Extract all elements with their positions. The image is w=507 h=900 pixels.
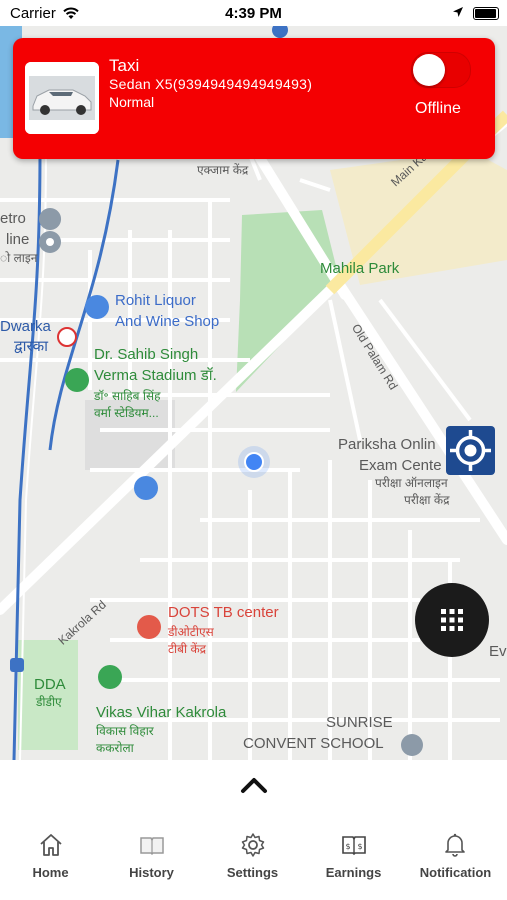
- map-label: परीक्षा केंद्र: [404, 493, 450, 507]
- menu-grid-button[interactable]: [415, 583, 489, 657]
- tab-notification[interactable]: Notification: [404, 820, 507, 890]
- map-label: Verma Stadium डॉ.: [94, 367, 217, 384]
- map-label: ो लाइन: [0, 251, 38, 265]
- map-label: डीओटीएस: [168, 625, 214, 639]
- map-label: डॉ॰ साहिब सिंह: [94, 389, 161, 403]
- tab-home[interactable]: Home: [0, 820, 101, 890]
- tab-settings[interactable]: Settings: [202, 820, 303, 890]
- battery-icon: [473, 7, 499, 20]
- grid-icon: [441, 609, 463, 631]
- tab-label: Home: [32, 865, 69, 880]
- map-label: CONVENT SCHOOL: [243, 735, 384, 752]
- svg-text:$: $: [357, 842, 362, 851]
- tab-history[interactable]: History: [101, 820, 202, 890]
- tab-earnings[interactable]: $ $ Earnings: [303, 820, 404, 890]
- bell-icon: [445, 833, 465, 857]
- svg-text:$: $: [345, 842, 350, 851]
- gear-icon: [241, 833, 265, 857]
- map-label: डीडीए: [36, 695, 62, 709]
- map-label: द्वारका: [14, 338, 49, 355]
- recenter-button[interactable]: [446, 426, 495, 475]
- map-label: Rohit Liquor: [115, 292, 196, 309]
- book-icon: [140, 837, 164, 856]
- map-label: line: [6, 231, 30, 248]
- crosshair-icon: [450, 430, 491, 471]
- clock: 4:39 PM: [225, 5, 282, 22]
- tab-label: History: [129, 865, 174, 880]
- tab-label: Notification: [419, 865, 492, 880]
- car-icon: [25, 62, 99, 134]
- service-type: Taxi: [109, 56, 140, 75]
- map-label: ककरोला: [96, 741, 134, 755]
- status-bar: Carrier 4:39 PM: [0, 0, 507, 26]
- map-label: Dwarka: [0, 318, 51, 335]
- map-label: वर्मा स्टेडियम...: [94, 406, 159, 420]
- tab-label: Earnings: [325, 865, 382, 880]
- online-toggle[interactable]: [411, 52, 471, 88]
- earnings-book-icon: $ $: [342, 836, 366, 856]
- bottom-tab-bar: Home History Settings $ $ Earnings Notif…: [0, 820, 507, 900]
- map-label: Pariksha Onlin: [338, 436, 436, 453]
- map-label: etro: [0, 210, 26, 227]
- map-label: टीबी केंद्र: [168, 642, 207, 656]
- car-image: [25, 62, 99, 134]
- map-label: परीक्षा ऑनलाइन: [375, 476, 448, 490]
- map-label: एक्जाम केंद्र: [197, 163, 249, 177]
- tab-label: Settings: [226, 865, 279, 880]
- vehicle-info: Sedan X5(9394949494949493): [109, 76, 313, 92]
- map-label: DDA: [34, 676, 66, 693]
- toggle-knob: [413, 54, 445, 86]
- map-label: Vikas Vihar Kakrola: [96, 704, 227, 721]
- map-label: Eve: [489, 643, 507, 660]
- map-label: Exam Cente: [359, 457, 442, 474]
- home-icon: [40, 834, 62, 856]
- map-label: विकास विहार: [96, 724, 154, 738]
- online-status-label: Offline: [415, 100, 461, 117]
- driver-status-card: Taxi Sedan X5(9394949494949493) Normal O…: [13, 38, 495, 159]
- map-label: Dr. Sahib Singh: [94, 346, 199, 363]
- service-mode: Normal: [109, 94, 155, 110]
- map-label: SUNRISE: [326, 714, 393, 731]
- map-label: Mahila Park: [320, 260, 400, 277]
- chevron-up-icon[interactable]: [238, 772, 270, 796]
- map-label: And Wine Shop: [115, 313, 220, 330]
- map-label: DOTS TB center: [168, 604, 279, 621]
- location-arrow-icon: [453, 7, 463, 17]
